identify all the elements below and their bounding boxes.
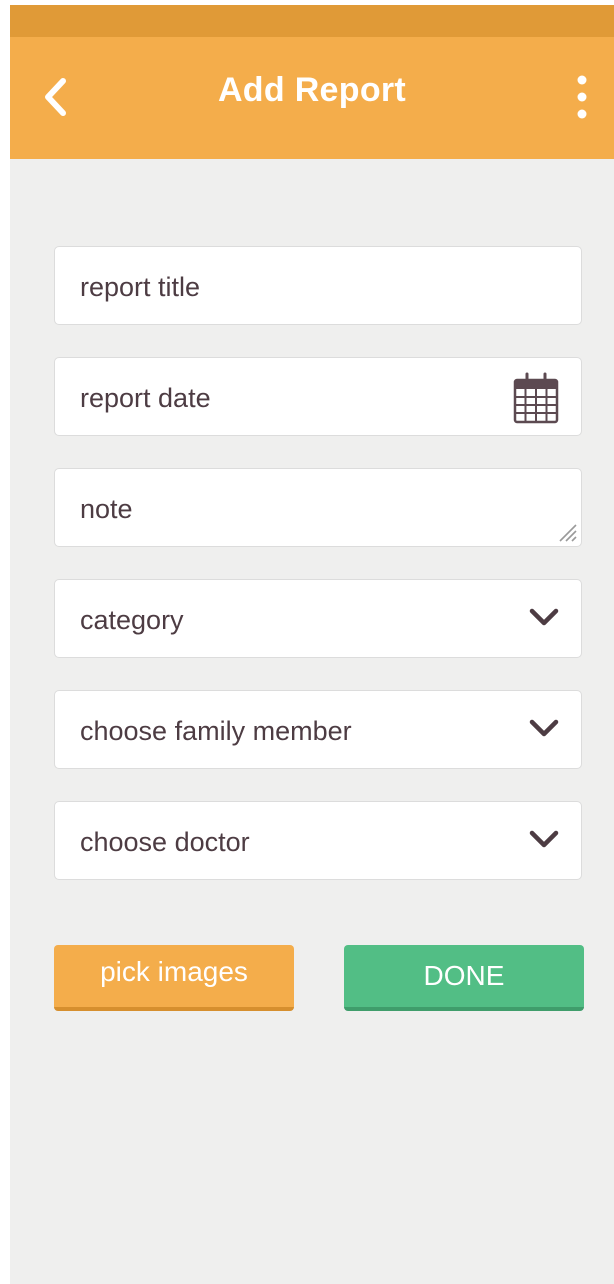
resize-grip-icon[interactable] — [557, 522, 577, 542]
more-vertical-icon — [577, 75, 587, 119]
report-date-placeholder: report date — [80, 383, 211, 413]
done-button[interactable]: DONE — [344, 945, 584, 1011]
screen: Add Report report title report date note… — [10, 5, 614, 1284]
note-placeholder: note — [80, 494, 133, 524]
report-title-placeholder: report title — [80, 272, 201, 302]
app-bar: Add Report — [10, 37, 614, 159]
category-select[interactable]: category — [54, 579, 582, 658]
status-bar — [10, 5, 614, 37]
family-member-select[interactable]: choose family member — [54, 690, 582, 769]
note-textarea[interactable]: note — [54, 468, 582, 547]
report-date-input[interactable]: report date — [54, 357, 582, 436]
chevron-down-icon — [529, 830, 559, 848]
category-placeholder: category — [80, 605, 184, 635]
calendar-icon[interactable] — [513, 372, 559, 424]
page-title: Add Report — [217, 71, 407, 109]
chevron-down-icon — [529, 719, 559, 737]
doctor-select[interactable]: choose doctor — [54, 801, 582, 880]
family-member-placeholder: choose family member — [80, 716, 352, 746]
pick-images-button[interactable]: pick images — [54, 945, 294, 1011]
report-title-input[interactable]: report title — [54, 246, 582, 325]
more-menu-button[interactable] — [562, 67, 602, 127]
doctor-placeholder: choose doctor — [80, 827, 250, 857]
chevron-down-icon — [529, 608, 559, 626]
